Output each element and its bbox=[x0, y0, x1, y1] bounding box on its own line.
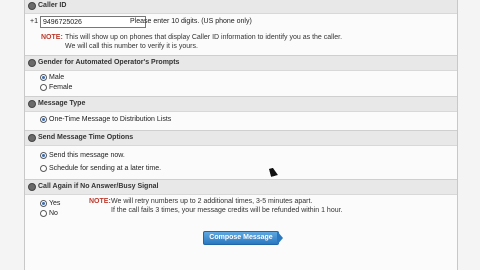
mouse-cursor-icon bbox=[269, 167, 278, 177]
call-again-yes-radio[interactable] bbox=[40, 200, 47, 207]
call-again-note-line2: If the call fails 3 times, your message … bbox=[111, 207, 343, 214]
schedule-later-radio[interactable] bbox=[40, 165, 47, 172]
caller-id-hint: Please enter 10 digits. (US phone only) bbox=[130, 18, 252, 25]
section-bullet-icon bbox=[28, 59, 36, 67]
section-bullet-icon bbox=[28, 134, 36, 142]
message-type-header: Message Type bbox=[25, 96, 457, 112]
section-bullet-icon bbox=[28, 2, 36, 10]
caller-id-title: Caller ID bbox=[38, 2, 67, 9]
caller-id-note-label: NOTE: bbox=[41, 34, 63, 41]
country-code-prefix: +1 bbox=[30, 18, 38, 25]
send-now-label: Send this message now. bbox=[49, 152, 125, 159]
call-again-note-line1: We will retry numbers up to 2 additional… bbox=[111, 198, 313, 205]
arrow-right-icon bbox=[277, 231, 283, 245]
compose-message-button[interactable]: Compose Message bbox=[203, 231, 279, 245]
caller-id-note-line2: We will call this number to verify it is… bbox=[65, 43, 198, 50]
message-type-title: Message Type bbox=[38, 100, 86, 107]
gender-female-radio[interactable] bbox=[40, 84, 47, 91]
call-again-header: Call Again if No Answer/Busy Signal bbox=[25, 179, 457, 195]
gender-header: Gender for Automated Operator's Prompts bbox=[25, 55, 457, 71]
call-again-yes-label: Yes bbox=[49, 200, 61, 207]
schedule-later-label: Schedule for sending at a later time. bbox=[49, 165, 162, 172]
message-form-panel: Caller ID +1 Please enter 10 digits. (US… bbox=[24, 0, 458, 270]
gender-male-radio[interactable] bbox=[40, 74, 47, 81]
message-type-label: One-Time Message to Distribution Lists bbox=[49, 116, 172, 123]
message-type-radio[interactable] bbox=[40, 116, 47, 123]
caller-id-note-line1: This will show up on phones that display… bbox=[65, 34, 343, 41]
send-time-header: Send Message Time Options bbox=[25, 130, 457, 146]
send-time-title: Send Message Time Options bbox=[38, 134, 134, 141]
call-again-no-label: No bbox=[49, 210, 58, 217]
section-bullet-icon bbox=[28, 100, 36, 108]
gender-title: Gender for Automated Operator's Prompts bbox=[38, 59, 180, 66]
gender-male-label: Male bbox=[49, 74, 65, 81]
send-now-radio[interactable] bbox=[40, 152, 47, 159]
section-bullet-icon bbox=[28, 183, 36, 191]
call-again-note-label: NOTE: bbox=[89, 198, 111, 205]
call-again-no-radio[interactable] bbox=[40, 210, 47, 217]
gender-female-label: Female bbox=[49, 84, 73, 91]
caller-id-header: Caller ID bbox=[25, 0, 457, 14]
call-again-title: Call Again if No Answer/Busy Signal bbox=[38, 183, 159, 190]
